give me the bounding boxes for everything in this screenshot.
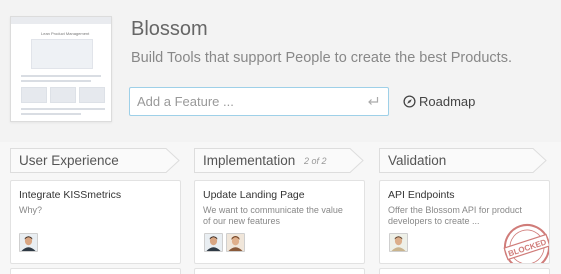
feature-card[interactable]: [379, 268, 550, 274]
feature-card[interactable]: Integrate KISSmetrics Why?: [10, 180, 181, 264]
column-pager[interactable]: 2 of 2: [304, 156, 327, 166]
avatar[interactable]: [389, 233, 408, 252]
person-icon: [227, 234, 244, 251]
compass-icon: [403, 95, 416, 108]
card-description: We want to communicate the value of our …: [203, 205, 343, 226]
card-description: Why?: [19, 205, 43, 215]
thumbnail-block: [50, 87, 76, 103]
card-title: Update Landing Page: [203, 189, 305, 201]
avatar[interactable]: [19, 233, 38, 252]
feature-card[interactable]: Update Landing Page We want to communica…: [194, 180, 365, 264]
feature-card[interactable]: [10, 268, 181, 274]
app-title: Blossom: [131, 18, 208, 40]
thumbnail-hero: [31, 39, 93, 69]
column-header-implementation[interactable]: Implementation 2 of 2: [194, 148, 364, 173]
column-header-user-experience[interactable]: User Experience: [10, 148, 180, 173]
feature-card[interactable]: API Endpoints Offer the Blossom API for …: [379, 180, 550, 264]
person-icon: [205, 234, 222, 251]
thumbnail-block: [21, 87, 47, 103]
thumbnail-block: [79, 87, 105, 103]
roadmap-link[interactable]: Roadmap: [403, 94, 475, 109]
person-icon: [390, 234, 407, 251]
enter-icon[interactable]: [367, 96, 379, 106]
roadmap-label: Roadmap: [419, 94, 476, 109]
add-feature-field[interactable]: [129, 87, 389, 116]
card-title: API Endpoints: [388, 189, 455, 201]
add-feature-input[interactable]: [130, 88, 360, 115]
blocked-stamp: BLOCKED: [503, 224, 549, 263]
feature-card[interactable]: [194, 268, 365, 274]
app-subtitle: Build Tools that support People to creat…: [131, 50, 512, 66]
person-icon: [20, 234, 37, 251]
card-title: Integrate KISSmetrics: [19, 189, 122, 201]
thumbnail-bar: [11, 17, 111, 24]
thumbnail-line: [21, 75, 101, 77]
column-header-validation[interactable]: Validation: [379, 148, 547, 173]
column-label: Implementation: [203, 153, 296, 168]
thumbnail-title: Lean Product Management: [41, 31, 90, 36]
thumbnail-line: [21, 80, 91, 82]
column-label: Validation: [388, 153, 447, 168]
thumbnail-line: [21, 113, 81, 115]
column-label: User Experience: [19, 153, 119, 168]
avatar[interactable]: [226, 233, 245, 252]
thumbnail-line: [21, 108, 105, 110]
project-thumbnail[interactable]: Lean Product Management: [10, 16, 112, 122]
avatar[interactable]: [204, 233, 223, 252]
